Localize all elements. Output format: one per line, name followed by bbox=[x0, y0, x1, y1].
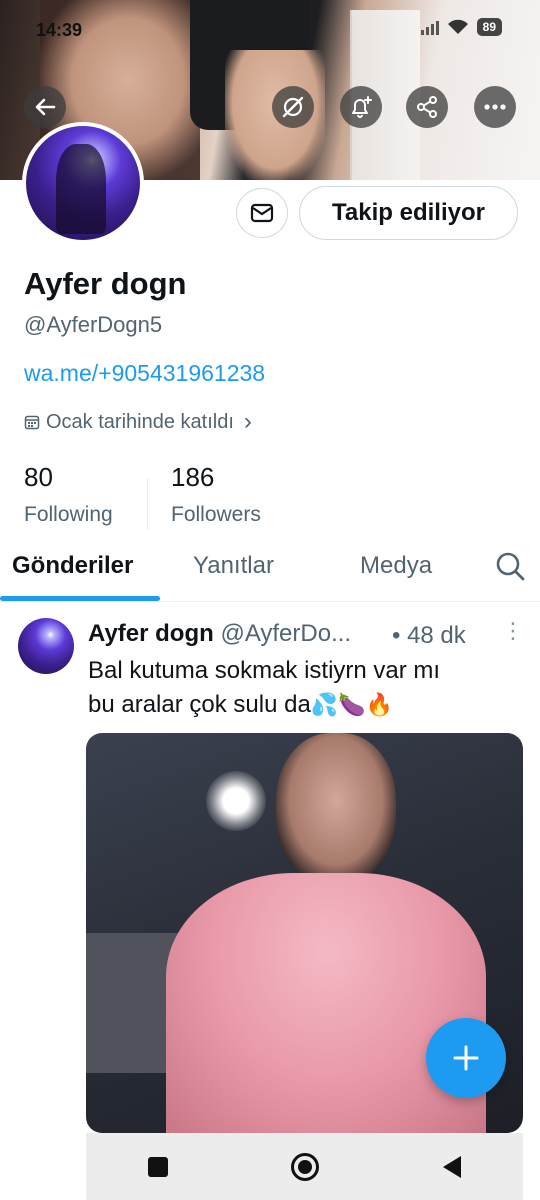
media-flash bbox=[206, 771, 266, 831]
profile-avatar[interactable] bbox=[22, 122, 144, 244]
recents-icon[interactable] bbox=[147, 1156, 168, 1177]
media-head bbox=[276, 733, 396, 883]
tweet-author-handle[interactable]: @AyferDo... bbox=[220, 620, 351, 647]
more-button[interactable] bbox=[474, 86, 516, 128]
signal-icon bbox=[420, 19, 439, 35]
followers-label: Followers bbox=[171, 503, 261, 526]
wifi-icon bbox=[447, 19, 468, 34]
avatar-hair bbox=[56, 144, 106, 234]
system-nav-bar bbox=[86, 1133, 523, 1200]
following-count: 80 bbox=[24, 462, 53, 492]
tweet-author-name[interactable]: Ayfer dogn bbox=[88, 620, 214, 647]
profile-tabs: Gönderiler Yanıtlar Medya bbox=[0, 540, 540, 602]
tweet-more-icon[interactable]: ⋮ bbox=[502, 618, 524, 644]
grok-icon bbox=[282, 96, 304, 118]
back-button[interactable] bbox=[24, 86, 66, 128]
user-handle: @AyferDogn5 bbox=[24, 312, 163, 337]
stat-divider bbox=[147, 478, 148, 530]
tab-replies[interactable]: Yanıtlar bbox=[193, 552, 274, 580]
search-icon[interactable] bbox=[494, 550, 526, 582]
calendar-icon bbox=[24, 415, 40, 430]
status-time: 14:39 bbox=[36, 20, 83, 40]
following-button[interactable]: Takip ediliyor bbox=[299, 186, 518, 240]
tweet-text-line-2: bu aralar çok sulu da💦🍆🔥 bbox=[88, 688, 508, 722]
joined-text: Ocak tarihinde katıldı bbox=[46, 410, 234, 433]
tweet-text-line-2-text: bu aralar çok sulu da bbox=[88, 691, 311, 718]
media-hoodie bbox=[166, 873, 486, 1133]
plus-icon bbox=[453, 1045, 479, 1071]
share-icon bbox=[417, 96, 437, 118]
tweet-time: • 48 dk bbox=[392, 622, 466, 649]
envelope-icon bbox=[250, 203, 274, 223]
grok-button[interactable] bbox=[272, 86, 314, 128]
home-icon[interactable] bbox=[291, 1152, 320, 1181]
status-icons: 89 bbox=[420, 18, 502, 36]
battery-icon: 89 bbox=[476, 18, 502, 36]
back-triangle-icon[interactable] bbox=[443, 1155, 462, 1178]
tweet-text-line-1: Bal kutuma sokmak istiyrn var mı bbox=[88, 657, 441, 684]
followers-stat[interactable]: 186 Followers bbox=[171, 462, 261, 527]
display-name: Ayfer dogn bbox=[24, 266, 187, 301]
more-icon bbox=[484, 104, 506, 110]
tweet-text: Bal kutuma sokmak istiyrn var mı bu aral… bbox=[88, 654, 508, 722]
arrow-left-icon bbox=[35, 98, 56, 116]
website-link[interactable]: wa.me/+905431961238 bbox=[24, 360, 265, 387]
bell-plus-icon bbox=[352, 96, 372, 118]
share-button[interactable] bbox=[406, 86, 448, 128]
chevron-right-icon: › bbox=[243, 408, 252, 435]
tweet-avatar[interactable] bbox=[18, 618, 74, 674]
notify-button[interactable] bbox=[340, 86, 382, 128]
message-button[interactable] bbox=[236, 188, 288, 238]
tab-posts[interactable]: Gönderiler bbox=[12, 552, 133, 580]
following-stat[interactable]: 80 Following bbox=[24, 462, 113, 527]
compose-button[interactable] bbox=[426, 1018, 506, 1098]
tweet-emojis: 💦🍆🔥 bbox=[310, 692, 393, 717]
followers-count: 186 bbox=[171, 462, 215, 492]
following-label: Following bbox=[24, 503, 113, 526]
tab-media[interactable]: Medya bbox=[360, 552, 432, 580]
joined-date[interactable]: Ocak tarihinde katıldı › bbox=[24, 408, 252, 436]
active-tab-indicator bbox=[0, 596, 160, 601]
